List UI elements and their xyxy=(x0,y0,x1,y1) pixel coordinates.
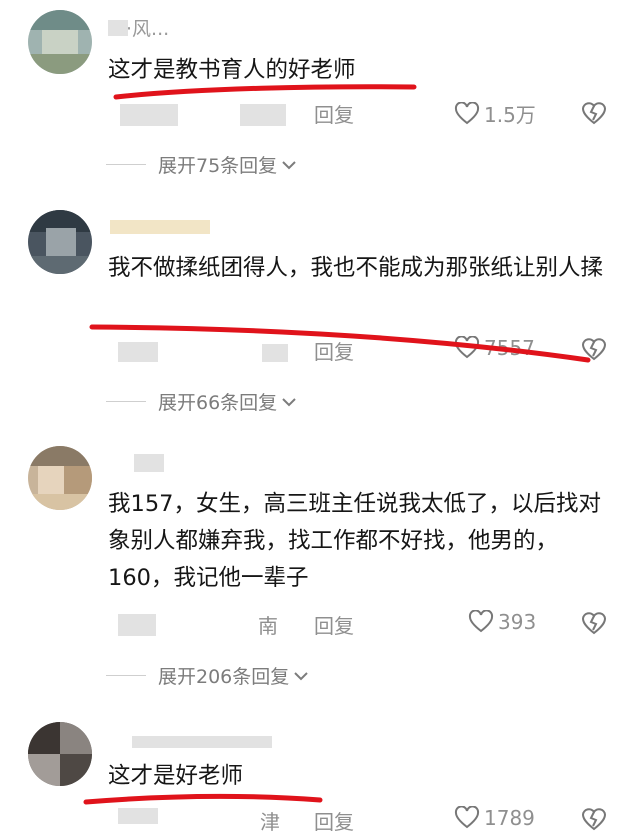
dislike-button[interactable] xyxy=(580,100,608,126)
avatar[interactable] xyxy=(28,722,92,786)
like-button[interactable]: 7557 xyxy=(454,336,535,360)
comment-text: 这才是教书育人的好老师 xyxy=(108,57,356,83)
reply-button[interactable]: 回复 xyxy=(314,610,354,639)
expand-replies[interactable]: 展开66条回复 xyxy=(106,388,297,415)
divider-line xyxy=(106,401,146,402)
timestamp-blur xyxy=(118,342,158,362)
like-count: 1789 xyxy=(484,806,535,830)
broken-heart-icon xyxy=(580,610,608,636)
chevron-down-icon xyxy=(281,396,297,408)
heart-icon xyxy=(454,806,480,830)
broken-heart-icon xyxy=(580,806,608,832)
reply-button[interactable]: 回复 xyxy=(314,336,354,365)
username-blur xyxy=(110,220,210,234)
like-button[interactable]: 1.5万 xyxy=(454,99,536,128)
expand-replies[interactable]: 展开206条回复 xyxy=(106,662,309,689)
location-blur xyxy=(240,104,286,126)
comment-text: 我不做揉纸团得人，我也不能成为那张纸让别人揉 xyxy=(108,255,604,281)
username[interactable]: ·风... xyxy=(126,14,169,41)
broken-heart-icon xyxy=(580,100,608,126)
reply-button[interactable]: 回复 xyxy=(314,806,354,835)
dislike-button[interactable] xyxy=(580,336,608,362)
dislike-button[interactable] xyxy=(580,806,608,832)
chevron-down-icon xyxy=(281,159,297,171)
comment-text: 这才是好老师 xyxy=(108,763,244,789)
expand-replies[interactable]: 展开75条回复 xyxy=(106,151,297,178)
expand-label: 展开66条回复 xyxy=(158,392,278,414)
timestamp-blur xyxy=(120,104,178,126)
expand-label: 展开75条回复 xyxy=(158,155,278,177)
timestamp-blur xyxy=(118,808,158,824)
username-blur xyxy=(134,454,164,472)
broken-heart-icon xyxy=(580,336,608,362)
divider-line xyxy=(106,675,146,676)
divider-line xyxy=(106,164,146,165)
heart-icon xyxy=(454,101,480,126)
timestamp-blur xyxy=(118,614,156,636)
dislike-button[interactable] xyxy=(580,610,608,636)
username-blur xyxy=(108,20,128,36)
expand-label: 展开206条回复 xyxy=(158,666,290,688)
like-count: 393 xyxy=(498,610,537,634)
username-blur xyxy=(132,736,272,748)
avatar[interactable] xyxy=(28,10,92,74)
like-count: 7557 xyxy=(484,336,535,360)
chevron-down-icon xyxy=(293,670,309,682)
location: 南 xyxy=(258,614,278,638)
like-button[interactable]: 393 xyxy=(468,610,536,634)
location: 津 xyxy=(260,810,280,834)
heart-icon xyxy=(454,336,480,360)
reply-button[interactable]: 回复 xyxy=(314,99,354,128)
heart-icon xyxy=(468,610,494,634)
like-count: 1.5万 xyxy=(484,103,536,127)
red-underline xyxy=(83,793,323,805)
comment-text: 我157，女生，高三班主任说我太低了，以后找对象别人都嫌弃我，找工作都不好找，他… xyxy=(108,491,601,591)
avatar[interactable] xyxy=(28,210,92,274)
like-button[interactable]: 1789 xyxy=(454,806,535,830)
avatar[interactable] xyxy=(28,446,92,510)
location-blur xyxy=(262,344,288,362)
